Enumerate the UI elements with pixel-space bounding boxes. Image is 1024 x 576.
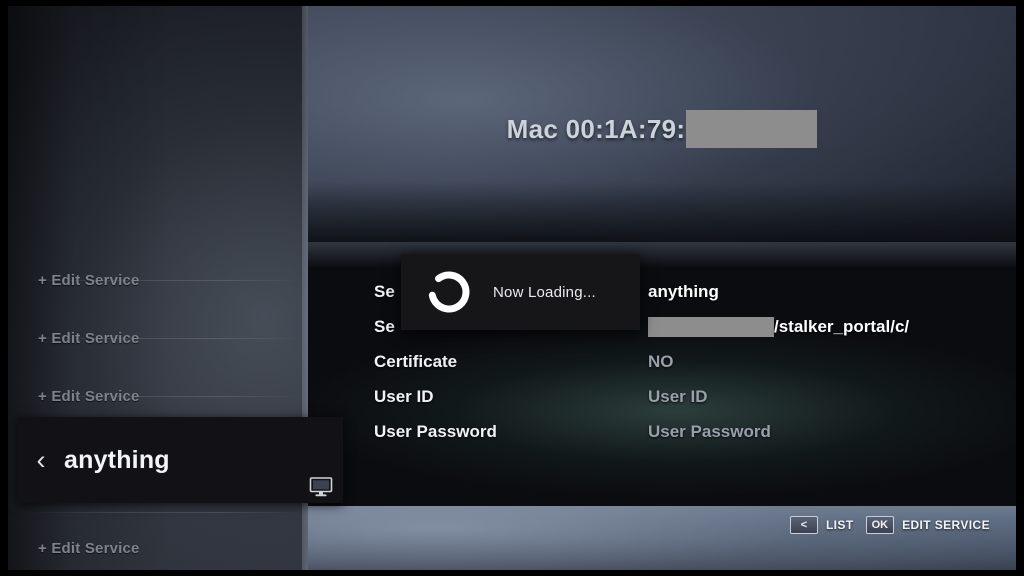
service-detail-panel: Se anything Se /stalker_portal/c/ Certif… xyxy=(308,242,1016,506)
list-divider xyxy=(24,512,300,513)
sidebar-item-label: + Edit Service xyxy=(38,329,140,347)
sidebar-item-edit-service[interactable]: + Edit Service xyxy=(8,519,308,570)
sidebar-item-edit-service[interactable]: + Edit Service xyxy=(8,251,308,309)
ring-spinner-icon xyxy=(423,266,475,318)
mac-address-redaction xyxy=(686,110,818,148)
bottom-status-bar: < LIST OK EDIT SERVICE xyxy=(308,506,1016,570)
ok-key-icon: OK xyxy=(865,516,895,534)
hint-edit-service[interactable]: OK EDIT SERVICE xyxy=(865,516,990,534)
main-panel: Mac 00:1A:79: Se anything Se /stalker_po… xyxy=(308,6,1016,570)
app-frame: + Edit Service + Edit Service + Edit Ser… xyxy=(8,6,1016,570)
url-tail: /stalker_portal/c/ xyxy=(774,316,910,336)
sidebar-item-edit-service[interactable]: + Edit Service xyxy=(8,309,308,367)
mac-address-line: Mac 00:1A:79: xyxy=(308,110,1016,148)
hint-label: LIST xyxy=(825,518,854,532)
sidebar-item-label: + Edit Service xyxy=(38,271,140,289)
loading-dialog: Now Loading... xyxy=(401,254,640,330)
detail-row-key: Se xyxy=(374,281,395,301)
detail-row-certificate[interactable]: Certificate NO xyxy=(308,344,1016,379)
detail-row-value: NO xyxy=(648,351,674,371)
tv-app-screen: + Edit Service + Edit Service + Edit Ser… xyxy=(0,0,1024,576)
monitor-icon xyxy=(309,477,333,497)
detail-row-user-id[interactable]: User ID User ID xyxy=(308,379,1016,414)
loading-text: Now Loading... xyxy=(493,283,596,301)
detail-row-value: anything xyxy=(648,281,719,301)
user-id-input[interactable]: User ID xyxy=(648,387,708,407)
selected-service-name: anything xyxy=(64,445,170,474)
user-password-input[interactable]: User Password xyxy=(648,422,771,442)
detail-row-key: User ID xyxy=(374,386,434,406)
hint-label: EDIT SERVICE xyxy=(902,518,990,532)
key-hints: < LIST OK EDIT SERVICE xyxy=(789,516,990,534)
detail-row-key: Se xyxy=(374,316,395,336)
sidebar-item-label: + Edit Service xyxy=(38,387,140,405)
detail-row-user-password[interactable]: User Password User Password xyxy=(308,414,1016,449)
detail-row-key: User Password xyxy=(374,421,497,441)
selected-service-row[interactable]: ‹ anything xyxy=(18,417,343,503)
detail-row-key: Certificate xyxy=(374,351,458,371)
url-redaction xyxy=(648,316,774,337)
detail-row-value: /stalker_portal/c/ xyxy=(648,316,910,337)
sidebar-item-label: + Edit Service xyxy=(38,539,140,557)
hero-background: Mac 00:1A:79: xyxy=(308,6,1016,242)
hint-list[interactable]: < LIST xyxy=(789,516,854,534)
back-key-icon: < xyxy=(789,516,818,534)
chevron-left-icon[interactable]: ‹ xyxy=(18,446,64,474)
mac-address-label: Mac 00:1A:79: xyxy=(506,113,686,144)
